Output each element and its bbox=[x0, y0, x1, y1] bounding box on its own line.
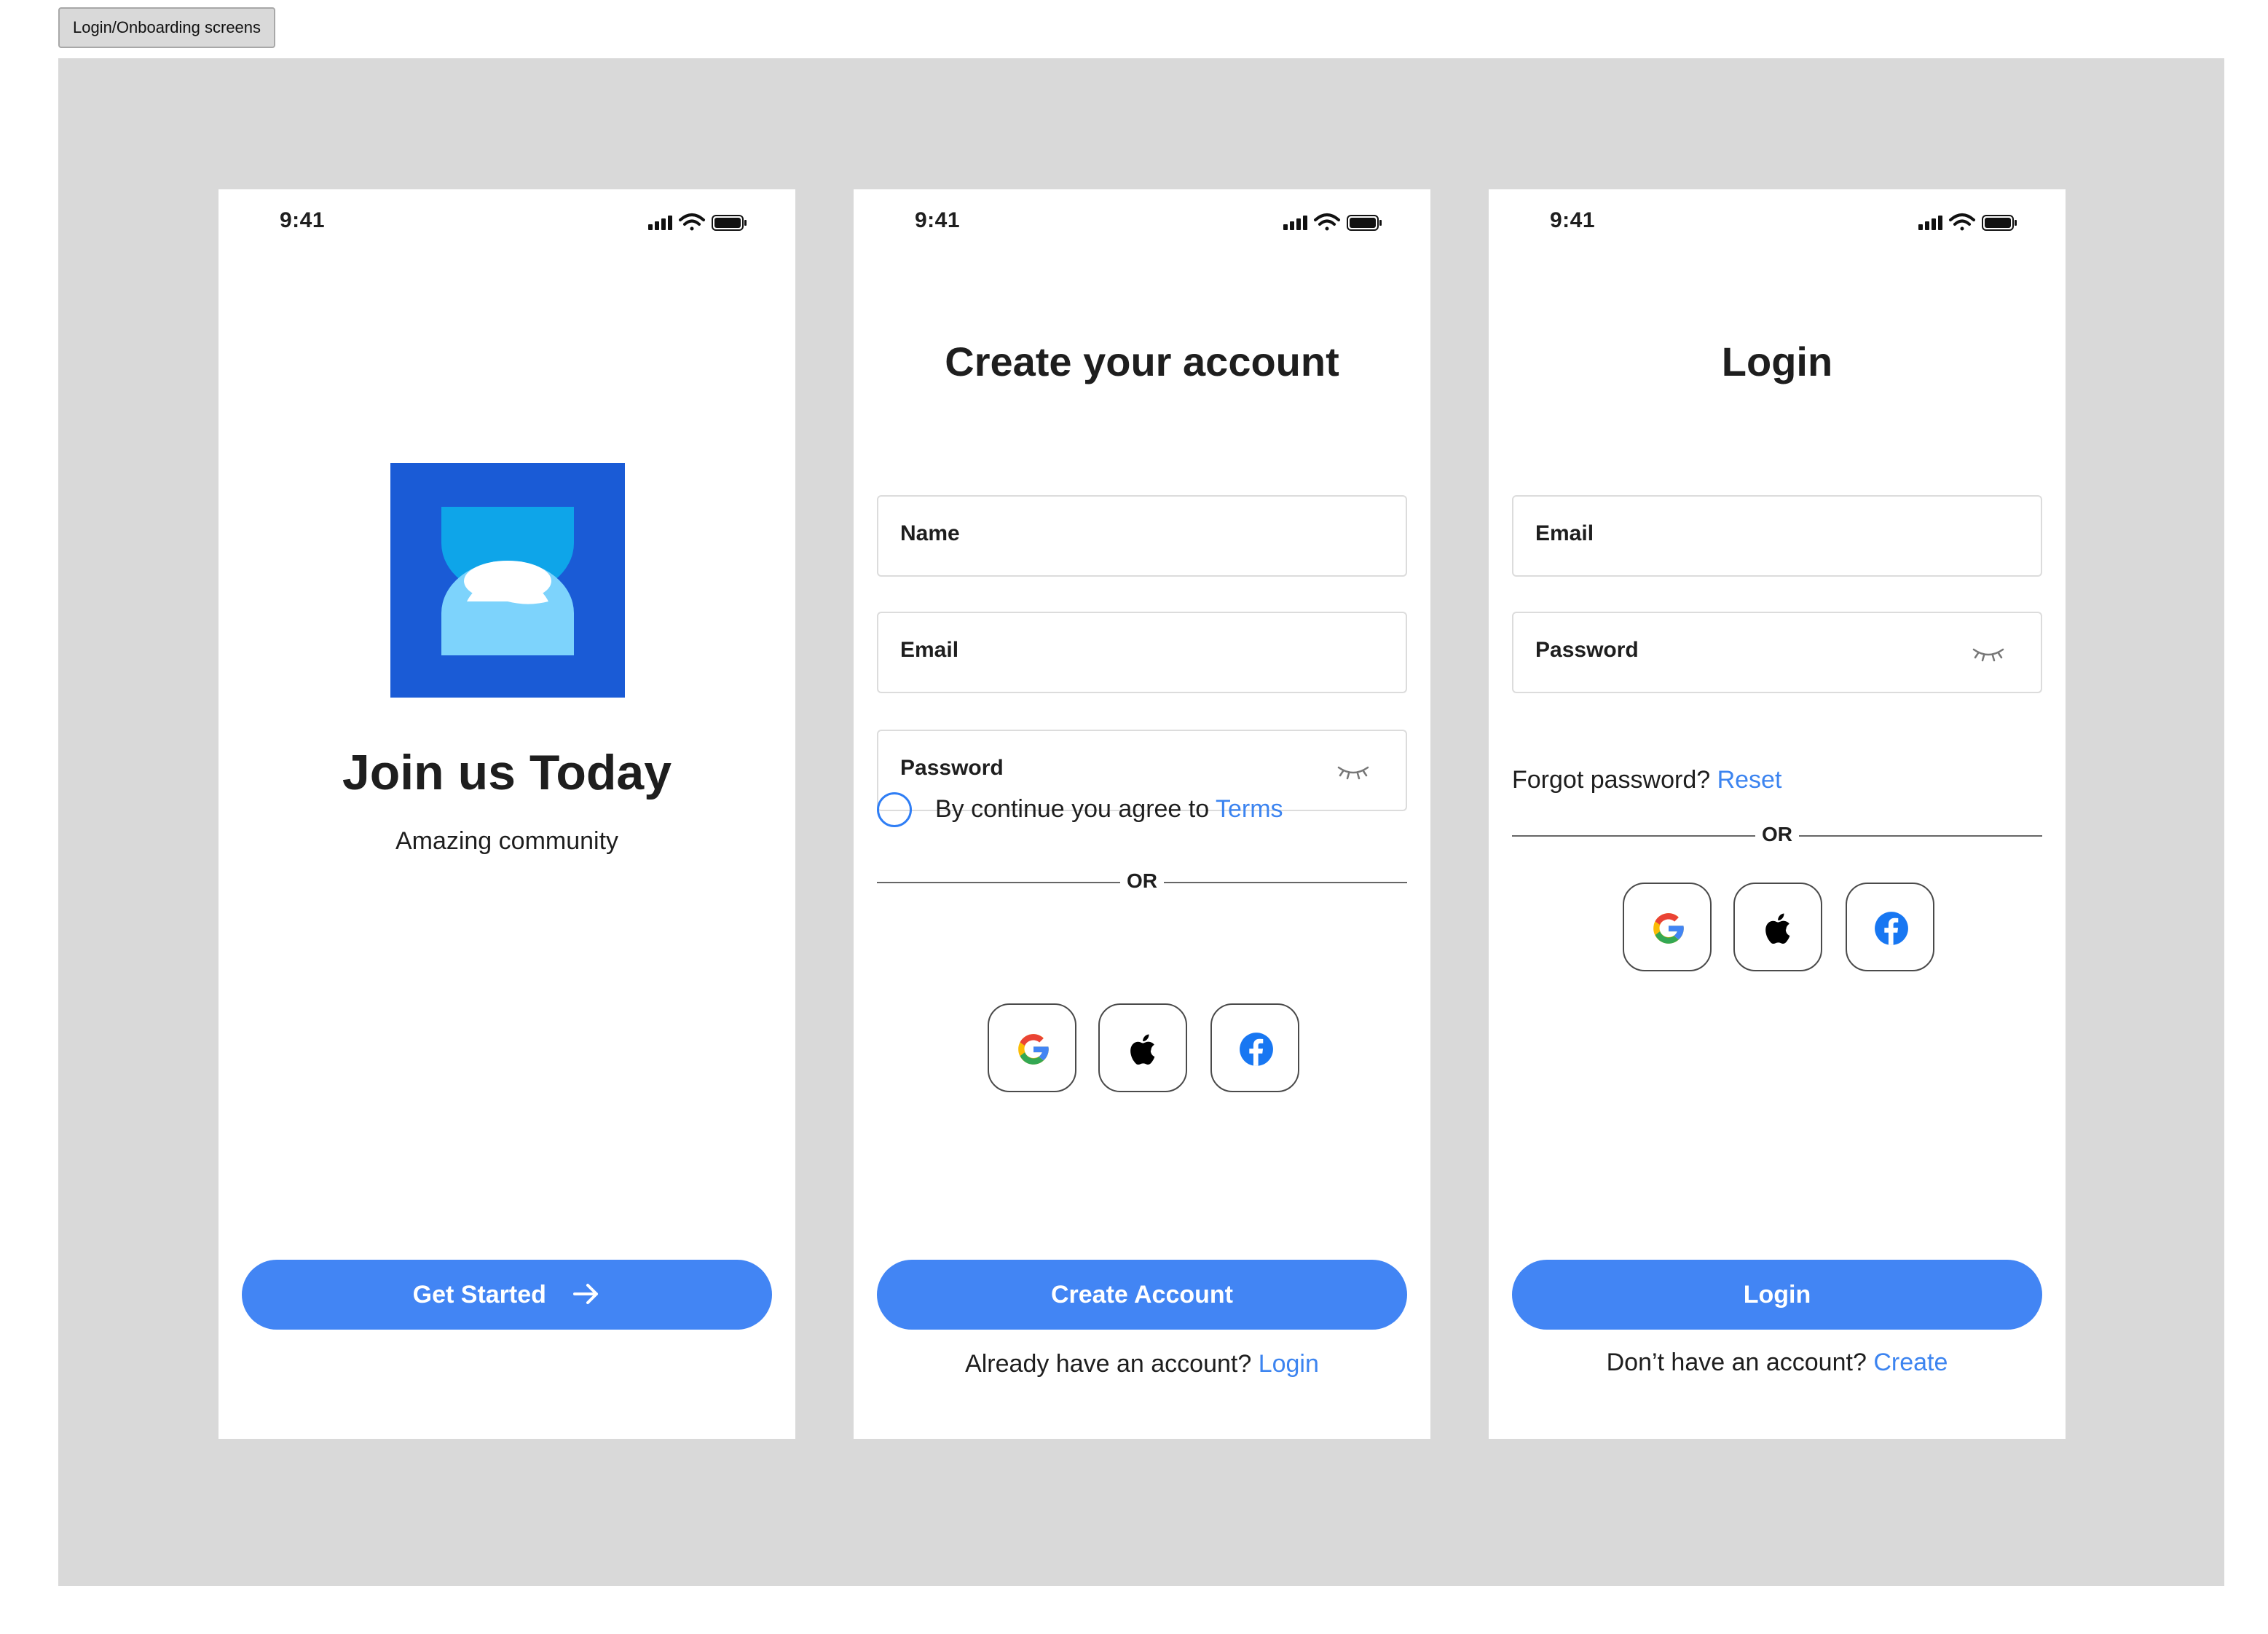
login-button[interactable]: Login bbox=[1512, 1260, 2042, 1330]
or-label: OR bbox=[1127, 869, 1157, 892]
forgot-password-text: Forgot password? bbox=[1512, 766, 1711, 794]
app-logo bbox=[390, 463, 625, 698]
status-time: 9:41 bbox=[915, 208, 961, 232]
create-account-button[interactable]: Create Account bbox=[877, 1260, 1407, 1330]
forgot-password: Forgot password? Reset bbox=[1512, 766, 1781, 794]
arrow-right-icon bbox=[573, 1284, 599, 1305]
wifi-icon bbox=[1949, 213, 1975, 231]
welcome-screen: 9:41 Join us Today Amazing community Get… bbox=[218, 189, 795, 1439]
get-started-label: Get Started bbox=[412, 1281, 546, 1309]
eye-closed-icon[interactable] bbox=[1971, 645, 2006, 663]
status-icons bbox=[648, 213, 747, 231]
divider-line bbox=[1164, 882, 1407, 883]
battery-icon bbox=[1982, 215, 2017, 231]
battery-icon bbox=[1347, 215, 1382, 231]
or-divider: OR bbox=[877, 868, 1407, 897]
status-time: 9:41 bbox=[280, 208, 326, 232]
password-field[interactable]: Password bbox=[1512, 612, 2042, 693]
divider-line bbox=[1799, 835, 2042, 837]
get-started-button[interactable]: Get Started bbox=[242, 1260, 772, 1330]
wifi-icon bbox=[1314, 213, 1340, 231]
facebook-login-button[interactable] bbox=[1210, 1003, 1299, 1092]
cellular-signal-icon bbox=[1918, 216, 1942, 230]
eye-closed-icon[interactable] bbox=[1336, 763, 1371, 781]
wifi-icon bbox=[679, 213, 705, 231]
facebook-icon bbox=[1240, 1033, 1273, 1066]
page-title: Create your account bbox=[945, 339, 1339, 384]
terms-prefix: By continue you agree to bbox=[935, 795, 1210, 823]
google-icon bbox=[1653, 913, 1684, 944]
password-field-label: Password bbox=[900, 756, 1004, 780]
facebook-icon bbox=[1875, 912, 1908, 945]
apple-login-button[interactable] bbox=[1098, 1003, 1187, 1092]
design-canvas: 9:41 Join us Today Amazing community Get… bbox=[58, 58, 2224, 1586]
status-time: 9:41 bbox=[1550, 208, 1596, 232]
google-icon bbox=[1018, 1034, 1049, 1065]
apple-icon bbox=[1765, 913, 1790, 944]
login-prompt-text: Already have an account? bbox=[965, 1350, 1252, 1378]
signup-prompt-text: Don’t have an account? bbox=[1606, 1349, 1867, 1376]
terms-radio[interactable] bbox=[877, 792, 912, 827]
login-prompt: Already have an account? Login bbox=[854, 1350, 1430, 1378]
google-login-button[interactable] bbox=[988, 1003, 1076, 1092]
login-screen: 9:41 Login Email Password Forgot passwor… bbox=[1489, 189, 2066, 1439]
page-title: Login bbox=[1721, 339, 1833, 384]
social-login-row bbox=[854, 1003, 1430, 1092]
create-account-label: Create Account bbox=[1050, 1281, 1234, 1309]
status-icons bbox=[1283, 213, 1382, 231]
welcome-title: Join us Today bbox=[342, 745, 672, 800]
login-link[interactable]: Login bbox=[1259, 1350, 1319, 1378]
apple-login-button[interactable] bbox=[1733, 883, 1822, 971]
signup-prompt: Don’t have an account? Create bbox=[1489, 1349, 2066, 1377]
google-login-button[interactable] bbox=[1623, 883, 1712, 971]
login-button-label: Login bbox=[1743, 1281, 1811, 1309]
terms-link[interactable]: Terms bbox=[1216, 795, 1283, 823]
name-field[interactable]: Name bbox=[877, 495, 1407, 577]
reset-link[interactable]: Reset bbox=[1717, 766, 1782, 794]
or-divider: OR bbox=[1512, 821, 2042, 850]
email-field[interactable]: Email bbox=[877, 612, 1407, 693]
or-label: OR bbox=[1762, 823, 1792, 845]
cellular-signal-icon bbox=[1283, 216, 1307, 230]
frame-label: Login/Onboarding screens bbox=[58, 7, 275, 48]
signup-screen: 9:41 Create your account Name Email Pass… bbox=[854, 189, 1430, 1439]
email-field-label: Email bbox=[900, 638, 959, 662]
password-field-label: Password bbox=[1535, 638, 1639, 662]
create-link[interactable]: Create bbox=[1873, 1349, 1948, 1376]
cellular-signal-icon bbox=[648, 216, 672, 230]
welcome-subtitle: Amazing community bbox=[395, 827, 619, 855]
email-field[interactable]: Email bbox=[1512, 495, 2042, 577]
name-field-label: Name bbox=[900, 521, 960, 545]
email-field-label: Email bbox=[1535, 521, 1594, 545]
battery-icon bbox=[712, 215, 747, 231]
social-login-row bbox=[1489, 883, 2066, 971]
status-icons bbox=[1918, 213, 2017, 231]
terms-agreement: By continue you agree to Terms bbox=[877, 788, 1407, 829]
apple-icon bbox=[1130, 1034, 1155, 1065]
terms-text: By continue you agree to Terms bbox=[935, 795, 1283, 824]
facebook-login-button[interactable] bbox=[1846, 883, 1934, 971]
